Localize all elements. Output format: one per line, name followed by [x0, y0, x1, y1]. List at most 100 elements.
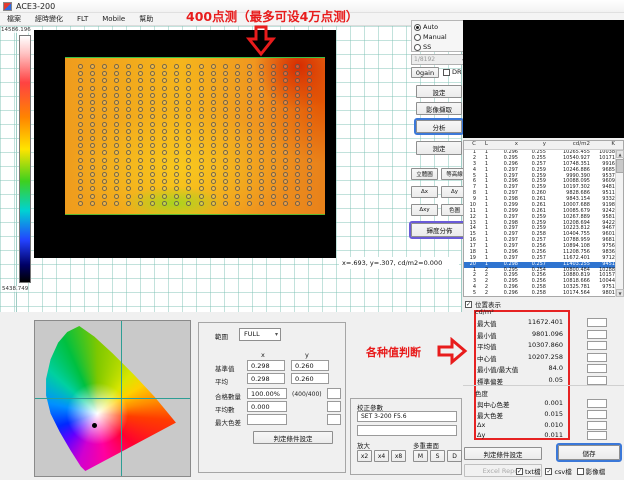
measure-point — [90, 100, 95, 105]
menu-item-4[interactable]: 幫助 — [132, 14, 160, 24]
dr-checkbox[interactable] — [443, 69, 450, 76]
measure-point — [247, 64, 252, 69]
measure-point — [186, 158, 191, 163]
measure-point — [150, 165, 155, 170]
table-cell: 2 — [478, 291, 490, 297]
multi-S-button[interactable]: S — [430, 450, 445, 462]
measure-point — [211, 107, 216, 112]
shutter-select[interactable]: 1/8192 ▾ — [411, 54, 468, 65]
measure-point — [295, 100, 300, 105]
result-label: 最小值 — [477, 330, 497, 340]
result-value: 9801.096 — [532, 330, 563, 338]
file-option-txt檔[interactable]: ✓ txt檔 — [516, 466, 540, 476]
analyze-button[interactable]: 分析 — [416, 120, 462, 133]
reference-x-field[interactable]: 0.298 — [247, 360, 285, 371]
file-option-影像檔[interactable]: 影像檔 — [577, 466, 606, 476]
average-x-field[interactable]: 0.298 — [247, 373, 285, 384]
measure-point — [126, 93, 131, 98]
menu-item-1[interactable]: 經時變化 — [28, 14, 70, 24]
measure-button[interactable]: 測定 — [416, 141, 462, 155]
measure-point — [162, 172, 167, 177]
save-button[interactable]: 儲存 — [558, 445, 620, 460]
measure-point — [114, 129, 119, 134]
table-col-x: x — [490, 141, 520, 149]
calibration-param2-field[interactable] — [357, 425, 457, 436]
measure-point — [259, 165, 264, 170]
measure-point — [271, 107, 276, 112]
scroll-up-icon[interactable]: ▲ — [616, 150, 624, 158]
measure-point — [102, 78, 107, 83]
zoom-x8-button[interactable]: x8 — [391, 450, 406, 462]
zoom-x4-button[interactable]: x4 — [374, 450, 389, 462]
settings-button[interactable]: 設定 — [416, 85, 462, 98]
stereo-view-button[interactable]: 立體圖 — [411, 168, 438, 180]
measure-point — [90, 78, 95, 83]
measurement-image-panel[interactable] — [34, 30, 336, 258]
radio-manual[interactable]: Manual — [414, 32, 465, 42]
luminance-distribution-button[interactable]: 輝度分佈 — [411, 223, 468, 237]
multi-M-button[interactable]: M — [413, 450, 428, 462]
result-judge-box — [587, 399, 607, 408]
menu-item-0[interactable]: 檔案 — [0, 14, 28, 24]
measure-point — [114, 179, 119, 184]
measure-point — [307, 64, 312, 69]
measure-point — [283, 136, 288, 141]
zero-gain-button[interactable]: 0gain — [411, 67, 439, 78]
menu-item-3[interactable]: Mobile — [95, 15, 132, 23]
avgnum-judge-box — [327, 401, 341, 412]
measure-point — [247, 158, 252, 163]
measure-point — [78, 64, 83, 69]
multi-D-button[interactable]: D — [447, 450, 462, 462]
average-y-field[interactable]: 0.260 — [291, 373, 329, 384]
measure-point — [114, 186, 119, 191]
measure-point — [114, 64, 119, 69]
measure-point — [271, 129, 276, 134]
range-select[interactable]: FULL ▾ — [239, 328, 281, 341]
table-row[interactable]: 520.2960.25810174.5649801 — [464, 291, 623, 297]
measure-point — [186, 100, 191, 105]
measure-point — [90, 165, 95, 170]
judge-condition-button[interactable]: 判定條件設定 — [253, 431, 333, 444]
measure-point — [271, 136, 276, 141]
cie-chromaticity-panel — [34, 320, 191, 477]
measure-point — [78, 78, 83, 83]
scrollbar-thumb[interactable] — [616, 159, 624, 173]
measure-point — [90, 143, 95, 148]
col-x-header: x — [261, 351, 265, 359]
delta-xy-button[interactable]: Δxy — [411, 204, 438, 216]
table-scrollbar[interactable]: ▲ ▼ — [615, 150, 623, 297]
file-option-csv檔[interactable]: ✓ csv檔 — [545, 466, 571, 476]
judge-condition-button-2[interactable]: 判定條件設定 — [464, 447, 542, 460]
file-checkbox[interactable]: ✓ — [545, 468, 552, 475]
reference-y-field[interactable]: 0.260 — [291, 360, 329, 371]
scroll-down-icon[interactable]: ▼ — [616, 289, 624, 297]
measure-point — [138, 71, 143, 76]
radio-auto[interactable]: Auto — [414, 22, 465, 32]
menu-item-2[interactable]: FLT — [70, 15, 95, 23]
table-body[interactable]: 110.2960.25510265.45510038210.2950.25510… — [464, 150, 623, 297]
measure-point — [223, 100, 228, 105]
file-checkbox[interactable]: ✓ — [516, 468, 523, 475]
luminance-heatmap[interactable] — [65, 57, 325, 215]
measure-point — [271, 150, 276, 155]
measure-point — [102, 107, 107, 112]
measure-point — [247, 86, 252, 91]
image-capture-button[interactable]: 影像擷取 — [416, 102, 462, 115]
file-checkbox[interactable] — [577, 468, 584, 475]
measure-point — [259, 136, 264, 141]
measure-point — [150, 86, 155, 91]
measure-point — [307, 194, 312, 199]
zoom-x2-button[interactable]: x2 — [357, 450, 372, 462]
delta-x-button[interactable]: Δx — [411, 186, 438, 198]
measure-point — [199, 86, 204, 91]
radio-ss[interactable]: SS — [414, 42, 465, 52]
dr-checkbox-row[interactable]: DR — [443, 68, 462, 76]
measure-point — [138, 143, 143, 148]
calibration-param-field[interactable]: SET 3-200 F5.6 — [357, 411, 457, 422]
measure-point — [235, 201, 240, 206]
measure-point — [138, 93, 143, 98]
measurement-table[interactable]: CLxycd/m2K 110.2960.25510265.45510038210… — [463, 140, 624, 297]
measure-point — [199, 172, 204, 177]
maxdiff-judge-box — [327, 414, 341, 425]
measure-point — [174, 158, 179, 163]
